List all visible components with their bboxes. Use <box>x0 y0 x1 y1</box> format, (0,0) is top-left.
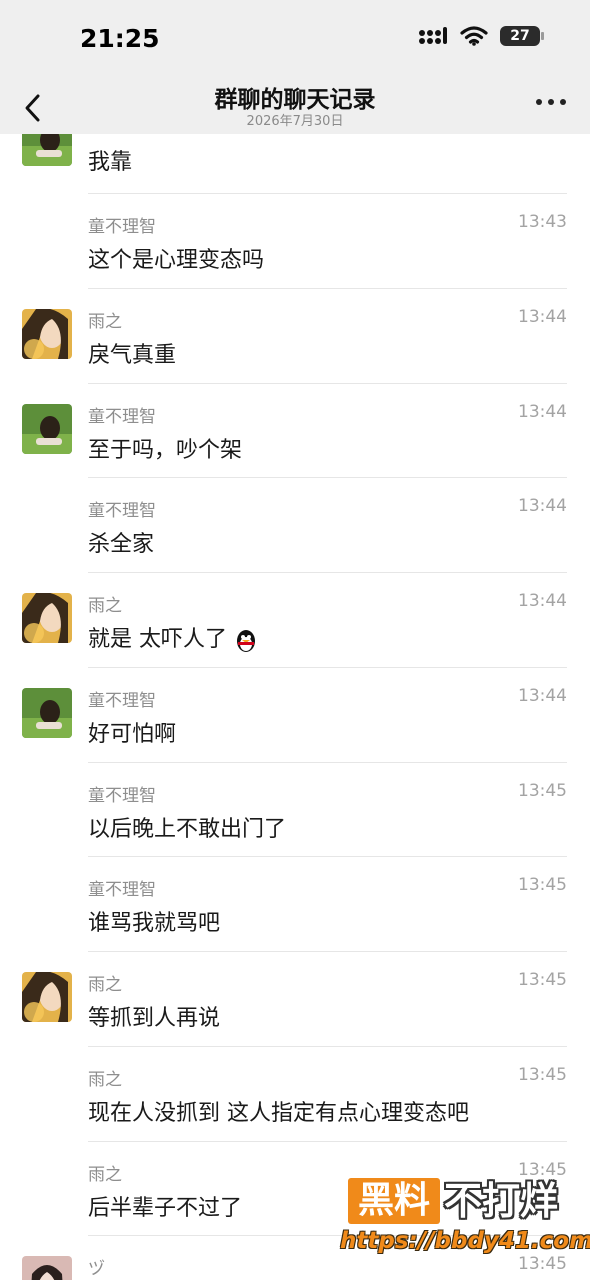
message-time: 13:44 <box>518 402 567 422</box>
message-time: 13:45 <box>518 781 567 801</box>
message-item[interactable]: 童不理智 13:45 谁骂我就骂吧 <box>0 857 590 951</box>
sender-name: 雨之 <box>88 975 122 995</box>
message-time: 13:45 <box>518 1065 567 1085</box>
avatar[interactable] <box>22 309 72 359</box>
chat-title: 群聊的聊天记录 <box>214 87 376 113</box>
pink-avatar <box>22 1256 72 1280</box>
sender-name: 童不理智 <box>88 501 156 521</box>
warm-avatar <box>22 593 72 643</box>
cellular-signal-icon <box>419 27 447 44</box>
message-text: 戾气真重 <box>88 343 177 368</box>
message-item[interactable]: 童不理智 13:43 这个是心理变态吗 <box>0 194 590 288</box>
green-avatar <box>22 688 72 738</box>
chat-date: 2026年7月30日 <box>246 114 344 129</box>
status-icons: 27 <box>418 26 544 46</box>
sender-name: 雨之 <box>88 1165 122 1185</box>
message-text: 以后晚上不敢出门了 <box>88 817 287 842</box>
message-item[interactable]: 雨之 13:44 就是 太吓人了 <box>0 573 590 667</box>
message-list[interactable]: 我靠 童不理智 13:43 这个是心理变态吗 雨之 13:44 戾气真重 童不理 <box>0 134 590 1280</box>
message-time: 13:45 <box>518 970 567 990</box>
message-text: 我靠 <box>88 150 133 175</box>
warm-avatar <box>22 972 72 1022</box>
message-item[interactable]: 我靠 <box>0 134 590 194</box>
watermark-brand: 黑料 <box>348 1178 440 1224</box>
sender-name: 童不理智 <box>88 691 156 711</box>
message-text: 等抓到人再说 <box>88 1006 221 1031</box>
message-text: 就是 太吓人了 <box>88 621 259 653</box>
green-avatar <box>22 134 72 166</box>
clock: 21:25 <box>80 24 160 53</box>
penguin-emoji-icon <box>237 630 255 652</box>
avatar[interactable] <box>22 134 72 166</box>
sender-name: 童不理智 <box>88 407 156 427</box>
message-item[interactable]: 童不理智 13:45 以后晚上不敢出门了 <box>0 763 590 857</box>
nav-bar: 群聊的聊天记录 2026年7月30日 <box>0 80 590 134</box>
message-item[interactable]: 童不理智 13:44 杀全家 <box>0 478 590 572</box>
message-time: 13:44 <box>518 686 567 706</box>
avatar[interactable] <box>22 593 72 643</box>
message-item[interactable]: 雨之 13:44 戾气真重 <box>0 289 590 383</box>
message-text: 至于吗，吵个架 <box>88 438 243 463</box>
wifi-icon <box>460 26 488 46</box>
message-time: 13:44 <box>518 307 567 327</box>
watermark-url: https://bbdy41.com <box>340 1228 590 1254</box>
battery-icon: 27 <box>500 26 544 46</box>
watermark-slogan: 不打烊 <box>444 1179 559 1223</box>
message-text: 杀全家 <box>88 532 155 557</box>
message-time: 13:43 <box>518 212 567 232</box>
avatar[interactable] <box>22 972 72 1022</box>
message-text: 谁骂我就骂吧 <box>88 911 221 936</box>
battery-level: 27 <box>510 28 530 44</box>
sender-name: 雨之 <box>88 1070 122 1090</box>
avatar[interactable] <box>22 404 72 454</box>
message-item[interactable]: 雨之 13:45 等抓到人再说 <box>0 952 590 1046</box>
avatar[interactable] <box>22 688 72 738</box>
sender-name: 雨之 <box>88 312 122 332</box>
status-bar: 21:25 27 <box>0 0 590 80</box>
avatar[interactable] <box>22 1256 72 1280</box>
sender-name: 童不理智 <box>88 786 156 806</box>
warm-avatar <box>22 309 72 359</box>
message-text: 后半辈子不过了 <box>88 1196 243 1221</box>
message-item[interactable]: 童不理智 13:44 好可怕啊 <box>0 668 590 762</box>
message-time: 13:45 <box>518 875 567 895</box>
message-time: 13:44 <box>518 591 567 611</box>
green-avatar <box>22 404 72 454</box>
sender-name: 童不理智 <box>88 880 156 900</box>
message-time: 13:44 <box>518 496 567 516</box>
watermark: 黑料 不打烊 https://bbdy41.com <box>340 1176 590 1260</box>
message-item[interactable]: 童不理智 13:44 至于吗，吵个架 <box>0 384 590 478</box>
message-text: 现在人没抓到 这人指定有点心理变态吧 <box>88 1101 469 1126</box>
more-options-icon[interactable] <box>536 92 566 112</box>
sender-name: 雨之 <box>88 596 122 616</box>
message-item[interactable]: 雨之 13:45 现在人没抓到 这人指定有点心理变态吧 <box>0 1047 590 1141</box>
sender-name: 童不理智 <box>88 217 156 237</box>
message-text-content: 就是 太吓人了 <box>88 627 227 652</box>
message-text: 这个是心理变态吗 <box>88 248 265 273</box>
sender-name: ヅ <box>88 1259 105 1279</box>
message-text: 好可怕啊 <box>88 722 177 747</box>
